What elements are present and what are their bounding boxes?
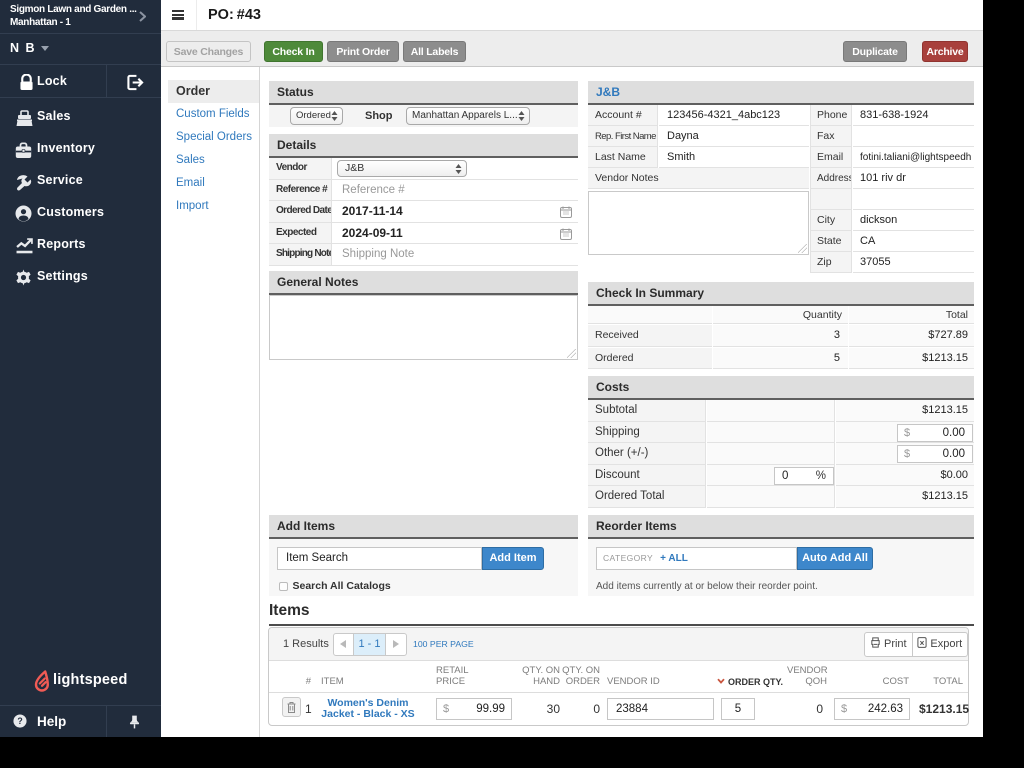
svg-text:?: ?: [17, 716, 22, 726]
